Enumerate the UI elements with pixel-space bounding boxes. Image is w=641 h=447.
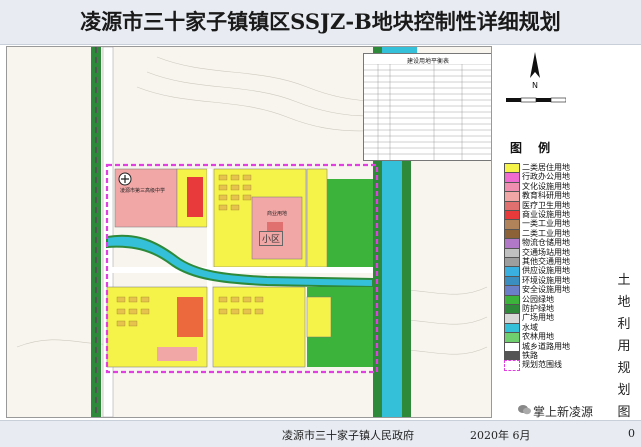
table-grid [364,64,491,160]
road-ns-1 [207,169,212,319]
park-green-east [327,179,373,267]
school-icon [118,172,132,186]
land-balance-table: 建设用地平衡表 [363,53,491,161]
commercial-strip-s [177,297,203,337]
wechat-icon [518,405,531,415]
side-title-char: 地 [617,295,631,310]
watermark-text: 掌上新凌源 [533,405,594,419]
plan-title: 凌源市三十家子镇镇区SSJZ-B地块控制性详细规划 [80,9,561,34]
education-small-s [157,347,197,361]
map-sheet: 凌源市三十家子镇镇区SSJZ-B地块控制性详细规划 凌源市第三高级中学 商业用地… [0,0,641,447]
label-district: 小区 [259,231,284,246]
legend-swatch [504,360,520,372]
land-use-map[interactable]: 凌源市第三高级中学 商业用地 小区 建设用地平衡表 [6,46,492,418]
commercial-strip [187,177,203,217]
footer-date: 2020年 6月 [470,429,531,442]
residential-strip-se [306,296,332,338]
residential-strip-east [306,168,328,268]
side-title-char: 利 [617,317,631,332]
label-school: 凌源市第三高级中学 [120,188,166,194]
side-title: 土地利用规划图 [614,270,634,424]
footer-organization: 凌源市三十家子镇人民政府 [282,429,414,442]
footer-page: 0 [628,427,635,440]
label-commercial: 商业用地 [267,211,288,217]
legend-label: 规划范围线 [522,360,562,370]
side-title-char: 用 [617,339,631,354]
legend-title: 图 例 [510,141,557,155]
side-title-char: 土 [617,273,631,288]
side-title-char: 规 [617,361,631,376]
scale-bar [506,97,566,103]
legend-item: 规划范围线 [502,359,602,372]
road-ew-main [107,267,373,273]
svg-text:N: N [532,81,538,90]
legend-panel: 二类居住用地 行政办公用地 文化设施用地 教育科研用地 医疗卫生用地 商业设施用地 一类工业… [502,162,602,372]
side-title-char: 划 [617,383,631,398]
